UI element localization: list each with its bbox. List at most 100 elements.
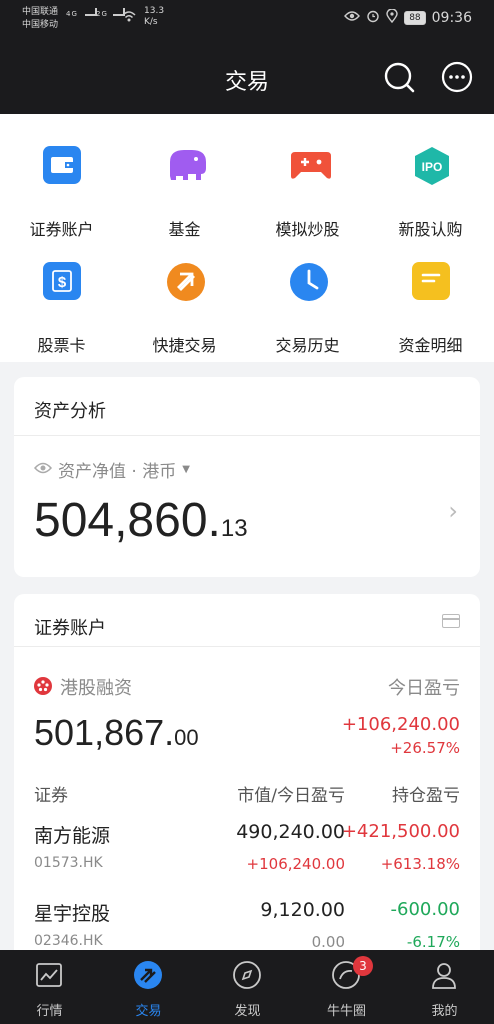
tab-label: 交易: [135, 1004, 162, 1019]
tile-label: 模拟炒股: [275, 220, 340, 239]
net-asset-main: 504,860.: [34, 494, 221, 547]
holding-name: 南方能源: [34, 825, 111, 847]
speed-unit: K/s: [144, 17, 158, 27]
elephant-icon: [166, 146, 206, 184]
alarm-icon: [366, 9, 380, 27]
tile-securities-account[interactable]: 证券账户: [0, 124, 123, 239]
holding-today-pl: 0.00: [311, 933, 345, 951]
compass-icon: [232, 960, 262, 990]
wallet-icon: [43, 146, 81, 184]
tile-label: 证券账户: [29, 220, 94, 239]
eye-icon: [344, 10, 361, 26]
battery-indicator: 88: [404, 11, 426, 25]
search-icon[interactable]: [382, 60, 416, 94]
gamepad-icon: [289, 146, 331, 184]
tab-label: 发现: [234, 1004, 261, 1019]
tile-stock-card[interactable]: $ 股票卡: [0, 240, 123, 355]
wifi-icon: [122, 9, 136, 23]
tile-label: 资金明细: [398, 336, 463, 355]
tab-trade[interactable]: 交易: [99, 950, 198, 1024]
today-pl-value: +106,240.00: [341, 714, 460, 735]
card-title: 资产分析: [34, 401, 106, 422]
holding-name: 星宇控股: [34, 903, 111, 925]
tile-label: 股票卡: [37, 336, 86, 355]
tab-label: 我的: [431, 1004, 458, 1019]
col-market-value: 市值/今日盈亏: [237, 786, 345, 806]
securities-account-card: 证券账户 港股融资 今日盈亏 501,867.00 +106,240.00 +2…: [14, 594, 480, 964]
holding-code: 02346.HK: [34, 933, 103, 949]
market-chart-icon: [34, 960, 64, 990]
tab-market[interactable]: 行情: [0, 950, 99, 1024]
tile-fund-details[interactable]: 资金明细: [369, 240, 492, 355]
page-title: 交易: [224, 70, 269, 95]
location-icon: [386, 8, 398, 27]
network-speed: 13.3 K/s: [144, 6, 164, 28]
svg-text:$: $: [58, 274, 67, 291]
tile-quick-trade[interactable]: 快捷交易: [123, 240, 246, 355]
tile-label: 新股认购: [398, 220, 463, 239]
dollar-card-icon: $: [43, 262, 81, 300]
asset-analysis-card[interactable]: 资产分析 资产净值 · 港币 ▼ 504,860.13 ›: [14, 377, 480, 577]
quick-action-grid: 证券账户 基金 模拟炒股 IPO 新股认购 $ 股票卡 快捷交易 交易历史 资金…: [0, 114, 494, 362]
holding-today-pl: +106,240.00: [246, 855, 345, 873]
holding-code: 01573.HK: [34, 855, 103, 871]
tab-label: 行情: [36, 1004, 63, 1019]
eye-toggle-icon[interactable]: [33, 460, 53, 480]
top-bar: 中国联通 中国移动 4G 2G 13.3 K/s 88 09:36 交易: [0, 0, 494, 114]
trade-icon: [133, 960, 163, 990]
profile-icon: [429, 960, 459, 990]
card-title: 证券账户: [34, 618, 106, 639]
ipo-icon: IPO: [412, 146, 450, 185]
net-asset-label-row[interactable]: 资产净值 · 港币 ▼: [33, 457, 190, 482]
tile-fund[interactable]: 基金: [123, 124, 246, 239]
tile-ipo-subscription[interactable]: IPO 新股认购: [369, 124, 492, 239]
col-security: 证券: [34, 786, 68, 806]
svg-text:IPO: IPO: [422, 160, 443, 174]
holding-market-value: 490,240.00: [236, 821, 345, 843]
message-icon[interactable]: [440, 60, 474, 94]
net-asset-value: 504,860.13: [34, 493, 248, 548]
account-row[interactable]: 港股融资 今日盈亏 501,867.00 +106,240.00 +26.57%: [14, 646, 480, 761]
tile-label: 交易历史: [275, 336, 340, 355]
holding-market-value: 9,120.00: [260, 899, 345, 921]
chevron-right-icon[interactable]: ›: [448, 497, 458, 525]
net-asset-decimal: 13: [220, 515, 248, 542]
holdings-header: 证券 市值/今日盈亏 持仓盈亏: [14, 769, 480, 813]
tile-trade-history[interactable]: 交易历史: [246, 240, 369, 355]
net-type-1: 4G: [66, 10, 78, 18]
clock-icon: [289, 262, 328, 301]
tile-label: 基金: [168, 220, 201, 239]
today-pl-label: 今日盈亏: [388, 678, 460, 699]
bottom-tab-bar: 行情 交易 发现 3 牛牛圈 我的: [0, 950, 494, 1024]
net-type-2: 2G: [96, 10, 108, 18]
today-pl-percent: +26.57%: [390, 739, 460, 757]
account-name: 港股融资: [60, 678, 132, 699]
balance-main: 501,867.: [34, 712, 175, 753]
col-position-pl: 持仓盈亏: [392, 786, 460, 806]
holdings-section: 证券 市值/今日盈亏 持仓盈亏 南方能源 01573.HK 490,240.00…: [14, 769, 480, 964]
notification-badge: 3: [353, 956, 373, 976]
account-balance: 501,867.00: [34, 712, 199, 754]
status-right: 88 09:36: [344, 8, 472, 27]
holding-position-pl: +421,500.00: [341, 821, 460, 842]
ledger-icon: [412, 262, 450, 300]
clock-time: 09:36: [431, 10, 472, 26]
caret-down-icon[interactable]: ▼: [182, 464, 190, 475]
quick-trade-icon: [166, 262, 205, 301]
hk-flag-icon: [34, 677, 52, 695]
carrier-info: 中国联通 中国移动: [22, 6, 58, 32]
tab-profile[interactable]: 我的: [395, 950, 494, 1024]
tile-label: 快捷交易: [152, 336, 217, 355]
carrier-2: 中国移动: [22, 20, 59, 30]
carrier-1: 中国联通: [22, 7, 59, 17]
tab-label: 牛牛圈: [326, 1004, 366, 1019]
tab-community[interactable]: 3 牛牛圈: [297, 950, 396, 1024]
collapse-icon[interactable]: [442, 614, 460, 628]
net-asset-label: 资产净值 · 港币: [58, 462, 177, 482]
tab-discover[interactable]: 发现: [198, 950, 297, 1024]
holding-position-pl: -600.00: [390, 899, 460, 920]
speed-value: 13.3: [144, 6, 165, 16]
tile-simulated-trading[interactable]: 模拟炒股: [246, 124, 369, 239]
network-type: 4G: [66, 8, 98, 18]
holding-row[interactable]: 南方能源 01573.HK 490,240.00 +106,240.00 +42…: [14, 817, 480, 891]
